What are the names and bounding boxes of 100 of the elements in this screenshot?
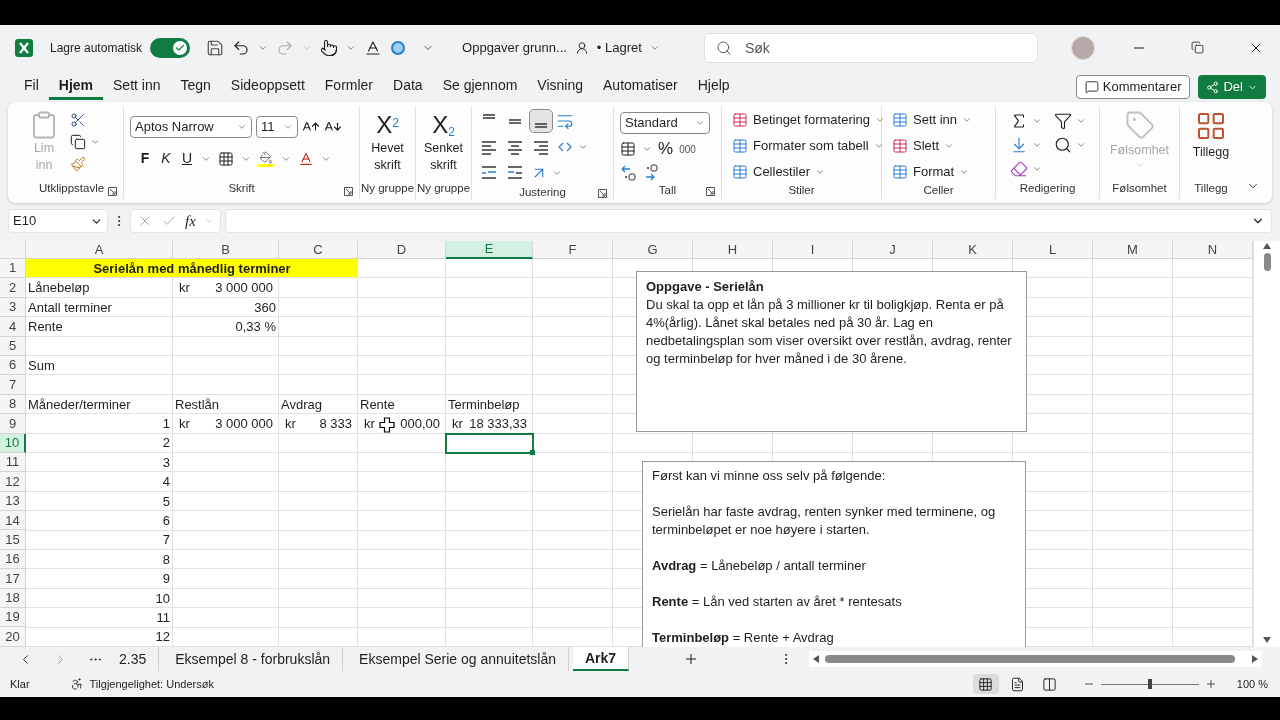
caret-icon[interactable] — [1076, 116, 1086, 126]
accessibility-icon[interactable] — [69, 677, 84, 691]
sort-filter-icon[interactable] — [1054, 112, 1072, 130]
zoom-level[interactable]: 100 % — [1236, 675, 1268, 693]
wrap-text-icon[interactable] — [556, 112, 574, 130]
share-button[interactable]: Del — [1198, 75, 1266, 99]
dialog-launcher-icon[interactable] — [706, 187, 715, 197]
row-header[interactable]: 9 — [0, 414, 26, 434]
vertical-scroll-thumb[interactable] — [1263, 253, 1271, 271]
grid-icon[interactable] — [1195, 110, 1227, 142]
bold-button[interactable]: F — [138, 148, 152, 169]
row-header[interactable]: 2 — [0, 278, 26, 298]
dialog-launcher-icon[interactable] — [344, 187, 353, 196]
scroll-down-icon[interactable] — [1263, 637, 1271, 643]
menu-tab[interactable]: Tegn — [170, 74, 221, 100]
caret-icon[interactable] — [962, 115, 973, 125]
dialog-launcher-icon[interactable] — [598, 189, 607, 199]
caret-icon[interactable] — [90, 137, 100, 147]
caret-icon[interactable] — [959, 167, 970, 177]
text-box[interactable] — [642, 461, 1026, 647]
view-button[interactable] — [972, 674, 999, 694]
font-color-icon[interactable] — [298, 150, 314, 167]
row-header[interactable]: 16 — [0, 549, 26, 570]
text-box[interactable] — [636, 271, 1027, 432]
person-icon[interactable] — [574, 40, 589, 55]
row-header[interactable]: 20 — [0, 627, 26, 647]
scroll-left-icon[interactable] — [813, 655, 820, 663]
ribbon-button[interactable]: Formater som tabell — [732, 136, 886, 156]
copy-icon[interactable] — [70, 134, 86, 150]
comments-button[interactable]: Kommentarer — [1075, 75, 1191, 99]
column-header[interactable]: G — [613, 241, 693, 259]
menu-tab[interactable]: Fil — [14, 74, 49, 100]
caret-icon[interactable] — [1032, 116, 1042, 126]
row-header[interactable]: 6 — [0, 355, 26, 376]
row-header[interactable]: 10 — [0, 433, 26, 453]
caret-icon[interactable] — [1076, 140, 1086, 150]
ribbon-button[interactable]: Format — [892, 162, 973, 182]
increase-decimal-icon[interactable] — [620, 164, 638, 182]
horizontal-scrollbar[interactable] — [809, 651, 1262, 667]
script-button[interactable]: X$^{2}$ Hevet skrift — [366, 110, 409, 174]
font-size-select[interactable]: 11 — [256, 116, 298, 138]
caret-icon[interactable] — [237, 122, 247, 132]
scroll-up-icon[interactable] — [1263, 243, 1271, 249]
caret-icon[interactable] — [815, 167, 826, 177]
column-header[interactable]: F — [533, 241, 613, 259]
row-header[interactable]: 11 — [0, 452, 26, 473]
caret-icon[interactable] — [1032, 164, 1042, 174]
caret-icon[interactable] — [1032, 140, 1042, 150]
undo-icon[interactable] — [232, 38, 251, 57]
row-header[interactable]: 1 — [0, 259, 26, 279]
column-header[interactable]: I — [773, 241, 853, 259]
menu-tab[interactable]: Sett inn — [103, 74, 171, 100]
caret-icon[interactable] — [578, 142, 588, 152]
row-header[interactable]: 8 — [0, 394, 26, 415]
menu-tab[interactable]: Data — [383, 74, 433, 100]
menu-tab[interactable]: Formler — [314, 74, 384, 100]
menu-tab[interactable]: Visning — [527, 74, 593, 100]
column-header[interactable]: M — [1093, 241, 1173, 259]
borders-icon[interactable] — [218, 150, 234, 167]
caret-icon[interactable] — [944, 141, 954, 151]
row-header[interactable]: 17 — [0, 569, 26, 589]
ribbon-button[interactable]: Slett — [892, 136, 973, 156]
number-format-select[interactable]: Standard — [620, 112, 710, 134]
column-header[interactable]: K — [933, 241, 1013, 259]
dialog-launcher-icon[interactable] — [108, 187, 117, 196]
scissors-icon[interactable] — [70, 112, 86, 128]
eraser-icon[interactable] — [1010, 160, 1028, 178]
formula-input[interactable] — [224, 209, 1272, 233]
column-header[interactable]: J — [853, 241, 933, 259]
caret-icon[interactable] — [283, 122, 293, 132]
accessibility-status[interactable]: Tilgjengelighet: Undersøk — [89, 675, 214, 693]
zoom-slider[interactable] — [1100, 679, 1199, 689]
horizontal-scroll-thumb[interactable] — [825, 655, 1236, 663]
menu-tab[interactable]: Se gjennom — [432, 74, 528, 100]
column-header[interactable]: H — [693, 241, 773, 259]
row-header[interactable]: 4 — [0, 317, 26, 337]
caret-icon[interactable] — [642, 144, 652, 154]
caret-icon[interactable] — [875, 115, 886, 125]
ribbon-button[interactable]: Betinget formatering — [732, 110, 886, 130]
row-header[interactable]: 18 — [0, 588, 26, 609]
row-header[interactable]: 19 — [0, 608, 26, 628]
caret-icon[interactable] — [873, 141, 884, 151]
column-header[interactable]: L — [1013, 241, 1093, 259]
restore-icon[interactable] — [1191, 41, 1204, 54]
search-field[interactable]: Søk — [703, 32, 1038, 63]
paintbrush-icon[interactable] — [70, 156, 86, 172]
row-header[interactable]: 5 — [0, 336, 26, 356]
vertical-align-icon[interactable] — [530, 110, 552, 132]
search-icon[interactable] — [1054, 136, 1072, 154]
sheet-tab[interactable]: Ark7 — [573, 647, 630, 671]
script-button[interactable]: X$_{2}$ Senket skrift — [422, 110, 465, 174]
font-select[interactable]: Aptos Narrow — [130, 116, 252, 138]
caret-icon[interactable] — [695, 118, 705, 128]
row-header[interactable]: 7 — [0, 375, 26, 395]
menu-tab[interactable]: Sideoppsett — [220, 74, 315, 100]
fill-color-icon[interactable] — [258, 150, 274, 167]
ribbon-button[interactable]: Sett inn — [892, 110, 973, 130]
caret-icon[interactable] — [552, 168, 562, 178]
fill-icon[interactable] — [1010, 136, 1028, 154]
menu-tab[interactable]: Hjelp — [687, 74, 740, 100]
